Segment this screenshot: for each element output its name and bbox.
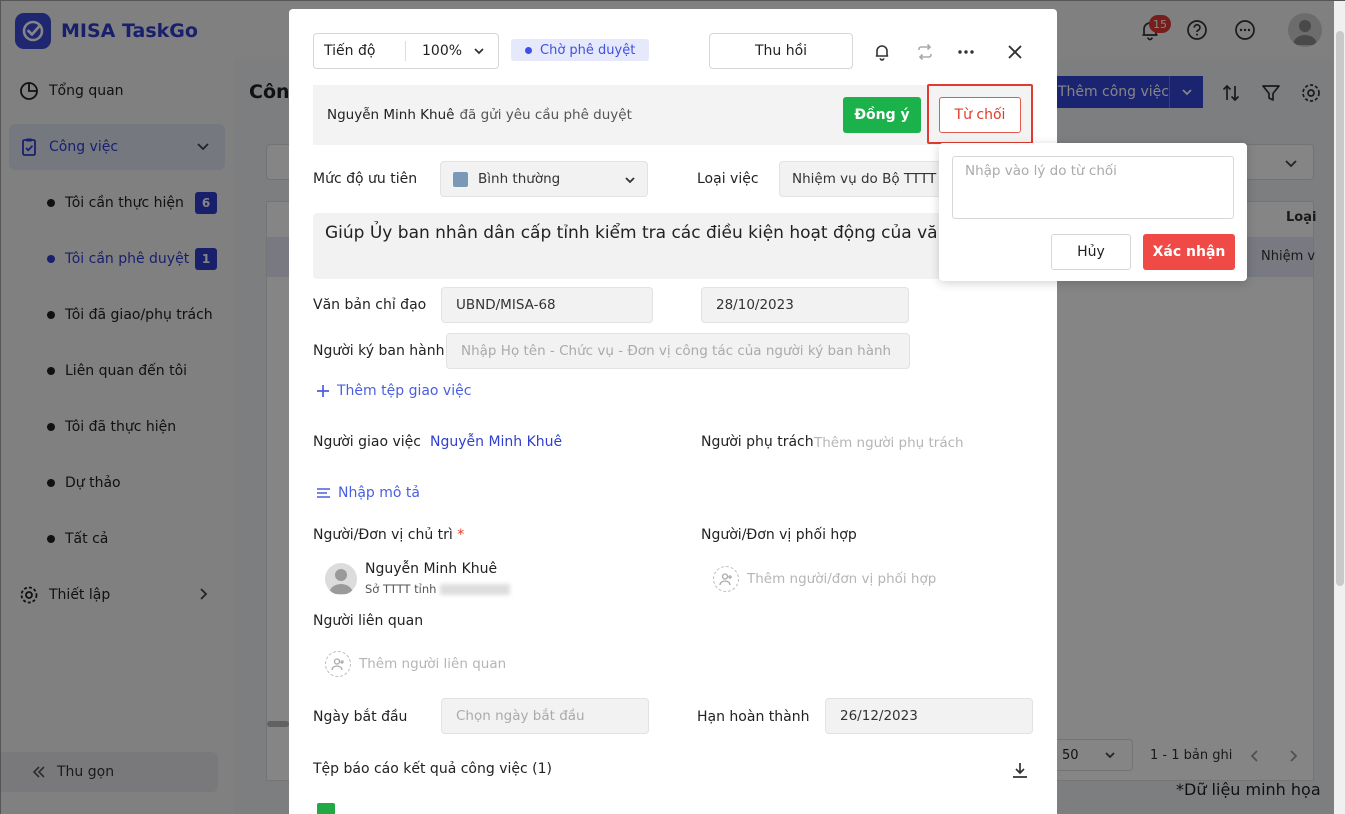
supervisor-input[interactable]: Thêm người phụ trách: [814, 435, 964, 451]
add-related-label: Thêm người liên quan: [359, 656, 507, 672]
redacted-text: [440, 584, 511, 595]
lead-label: Người/Đơn vị chủ trì *: [313, 527, 464, 543]
coop-label: Người/Đơn vị phối hợp: [701, 527, 857, 543]
reject-reason-input[interactable]: Nhập vào lý do từ chối: [952, 156, 1234, 219]
related-label: Người liên quan: [313, 613, 424, 629]
start-date-label: Ngày bắt đầu: [313, 709, 408, 725]
signer-input[interactable]: Nhập Họ tên - Chức vụ - Đơn vị công tác …: [446, 333, 910, 369]
directive-date-input[interactable]: 28/10/2023: [701, 287, 909, 323]
download-icon[interactable]: [1009, 759, 1031, 781]
spreadsheet-file-icon: [317, 803, 335, 814]
start-date-input[interactable]: Chọn ngày bắt đầu: [441, 698, 649, 734]
reject-reason-popover: Nhập vào lý do từ chối Hủy Xác nhận: [939, 143, 1247, 281]
cancel-button[interactable]: Hủy: [1051, 234, 1131, 270]
approval-request-bar: Nguyễn Minh Khuê đã gửi yêu cầu phê duyệ…: [313, 85, 1033, 145]
lead-person-org-text: Sở TTTT tỉnh: [365, 582, 437, 596]
required-marker: *: [457, 527, 465, 543]
bell-icon[interactable]: [871, 41, 893, 63]
scrollbar-thumb[interactable]: [1336, 31, 1344, 586]
task-type-label: Loại việc: [697, 171, 759, 187]
supervisor-label: Người phụ trách: [701, 434, 814, 450]
plus-icon: [317, 385, 329, 397]
vertical-scrollbar[interactable]: [1334, 1, 1345, 814]
progress-value: 100%: [422, 43, 463, 59]
status-dot-icon: [525, 46, 532, 54]
add-description-button[interactable]: Nhập mô tả: [317, 485, 420, 501]
lead-person-avatar: [325, 563, 357, 595]
directive-label: Văn bản chỉ đạo: [313, 297, 427, 313]
lead-label-text: Người/Đơn vị chủ trì: [313, 527, 453, 543]
app-window: MISA TaskGo Tổng quan Công việc Tôi cần …: [0, 0, 1345, 814]
progress-label: Tiến độ: [314, 41, 406, 61]
confirm-button[interactable]: Xác nhận: [1143, 234, 1235, 270]
illustration-footnote: *Dữ liệu minh họa: [1176, 780, 1321, 799]
close-icon[interactable]: [1004, 41, 1026, 63]
add-description-label: Nhập mô tả: [338, 485, 420, 501]
task-type-value: Nhiệm vụ do Bộ TTTT gi: [792, 171, 953, 187]
chevron-down-icon: [625, 177, 635, 184]
progress-select[interactable]: Tiến độ 100%: [313, 33, 499, 69]
add-coop-button[interactable]: Thêm người/đơn vị phối hợp: [713, 566, 936, 592]
add-user-icon: [325, 651, 351, 677]
add-coop-label: Thêm người/đơn vị phối hợp: [747, 571, 937, 587]
recall-button[interactable]: Thu hồi: [709, 33, 853, 69]
chevron-down-icon: [474, 48, 484, 55]
reject-highlight-frame: [927, 84, 1033, 144]
add-attachment-label: Thêm tệp giao việc: [337, 383, 472, 399]
approve-button[interactable]: Đồng ý: [843, 97, 921, 133]
directive-number-input[interactable]: UBND/MISA-68: [441, 287, 653, 323]
lines-icon: [317, 488, 330, 498]
priority-value: Bình thường: [478, 171, 561, 187]
status-text: Chờ phê duyệt: [540, 42, 636, 58]
deadline-input[interactable]: 26/12/2023: [825, 698, 1033, 734]
add-user-icon: [713, 566, 739, 592]
repeat-icon[interactable]: [914, 41, 936, 63]
lead-person-org: Sở TTTT tỉnh: [365, 582, 511, 596]
report-files-label: Tệp báo cáo kết quả công việc (1): [313, 761, 552, 777]
signer-label: Người ký ban hành: [313, 343, 445, 359]
task-title-field[interactable]: Giúp Ủy ban nhân dân cấp tỉnh kiểm tra c…: [313, 213, 1033, 279]
deadline-label: Hạn hoàn thành: [697, 709, 810, 725]
add-attachment-button[interactable]: Thêm tệp giao việc: [317, 383, 471, 399]
priority-select[interactable]: Bình thường: [440, 161, 648, 197]
lead-person-name: Nguyễn Minh Khuê: [365, 561, 498, 577]
approval-requester: Nguyễn Minh Khuê: [327, 107, 455, 123]
assigner-label: Người giao việc: [313, 434, 421, 450]
priority-color-swatch: [453, 171, 468, 187]
status-badge: Chờ phê duyệt: [511, 39, 650, 61]
approval-message: đã gửi yêu cầu phê duyệt: [459, 107, 632, 123]
more-horizontal-icon[interactable]: [955, 41, 977, 63]
assigner-value[interactable]: Nguyễn Minh Khuê: [430, 434, 562, 450]
add-related-button[interactable]: Thêm người liên quan: [325, 651, 506, 677]
priority-label: Mức độ ưu tiên: [313, 171, 418, 187]
